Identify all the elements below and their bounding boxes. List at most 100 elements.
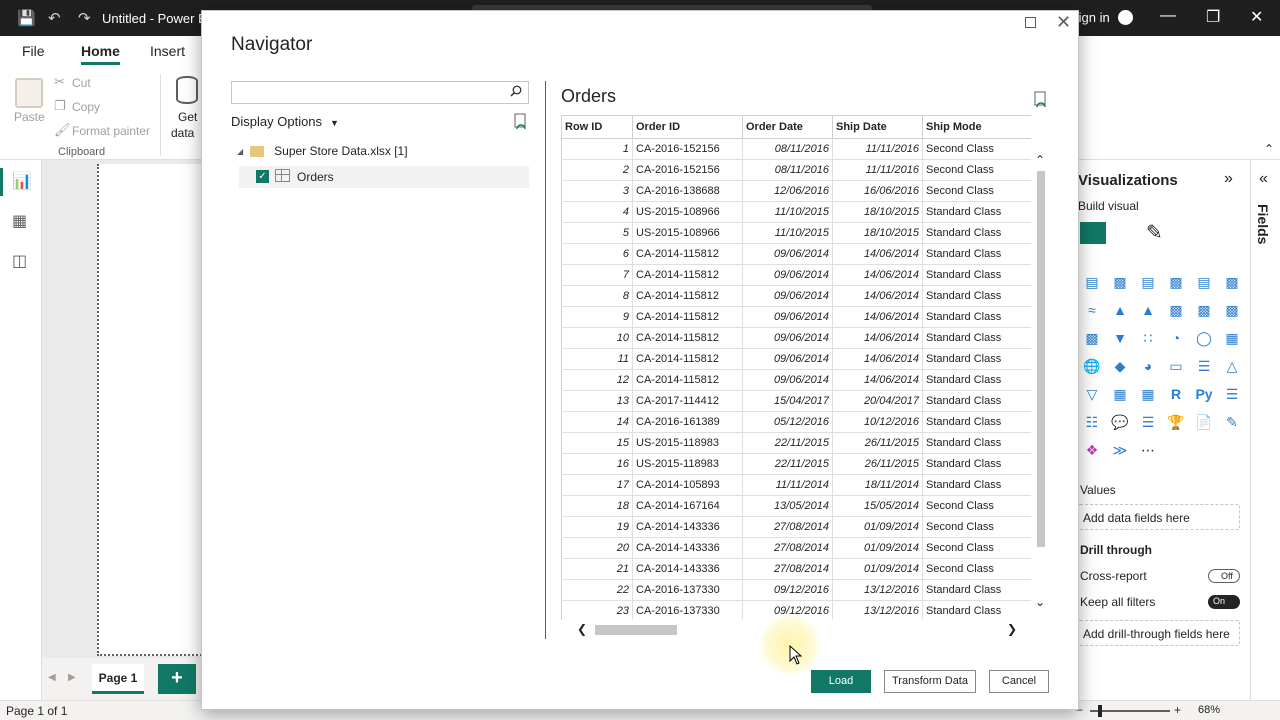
restore-icon[interactable]: ❐ [1206,7,1220,27]
line-stacked-column-icon[interactable]: ▩ [1194,300,1214,320]
vertical-scrollbar[interactable]: ⌃ ⌄ [1031,147,1050,615]
add-page-button[interactable]: + [158,664,196,694]
drill-through-well[interactable]: Add drill-through fields here [1078,620,1240,646]
chevron-up-icon[interactable]: ⌃ [1264,142,1274,156]
report-view-icon[interactable]: 📊 [12,171,32,191]
maximize-icon[interactable] [1025,17,1036,28]
close-window-icon[interactable]: ✕ [1250,7,1263,27]
cross-report-toggle[interactable]: Off [1208,569,1240,583]
scroll-up-icon[interactable]: ⌃ [1035,153,1045,167]
get-data-label-2[interactable]: data [171,126,194,140]
pie-chart-icon[interactable]: ◔ [1166,328,1186,348]
paste-button[interactable]: Paste [14,110,45,124]
redo-icon[interactable]: ↷ [78,9,91,27]
stacked-column-icon[interactable]: ▩ [1110,272,1130,292]
prev-page-icon[interactable]: ◀ [48,672,56,683]
scroll-down-icon[interactable]: ⌄ [1035,595,1045,609]
scatter-icon[interactable]: ∷ [1138,328,1158,348]
model-view-icon[interactable]: ◫ [12,251,27,271]
more-visuals-icon[interactable]: ⋯ [1138,440,1158,460]
narrative-icon[interactable]: ☰ [1138,412,1158,432]
page-tab[interactable]: Page 1 [92,664,144,694]
load-button[interactable]: Load [811,670,871,693]
minimize-icon[interactable]: — [1160,7,1176,25]
table-view-icon[interactable]: ▦ [12,211,27,231]
expand-fields-icon[interactable]: « [1259,170,1268,188]
preview-table[interactable]: Row ID Order ID Order Date Ship Date Ship Mo… [561,115,1031,620]
r-visual-icon[interactable]: R [1166,384,1186,404]
stacked-area-icon[interactable]: ▲ [1138,300,1158,320]
zoom-slider[interactable] [1090,710,1170,712]
report-canvas[interactable] [42,160,217,658]
column-header[interactable]: Ship Mode [922,115,1031,139]
search-input[interactable] [231,81,529,104]
card-icon[interactable]: ▭ [1166,356,1186,376]
close-icon[interactable]: ✕ [1056,12,1071,33]
zoom-slider-handle[interactable] [1098,705,1102,717]
gauge-icon[interactable]: ◕ [1138,356,1158,376]
column-header[interactable]: Order ID [632,115,743,139]
get-data-label-1[interactable]: Get [178,110,197,124]
transform-data-button[interactable]: Transform Data [884,670,976,693]
pane-divider[interactable] [545,81,546,639]
map-icon[interactable]: 🌐 [1082,356,1102,376]
multi-row-card-icon[interactable]: ☰ [1194,356,1214,376]
keep-filters-toggle[interactable]: On [1208,595,1240,609]
kpi-icon[interactable]: △ [1222,356,1242,376]
table-icon[interactable]: ▦ [1110,384,1130,404]
filled-map-icon[interactable]: ◆ [1110,356,1130,376]
next-page-icon[interactable]: ▶ [68,672,76,683]
column-header[interactable]: Order Date [742,115,833,139]
tab-file[interactable]: File [22,43,45,59]
waterfall-icon[interactable]: ▩ [1082,328,1102,348]
format-painter-button[interactable]: Format painter [72,124,150,138]
vertical-scroll-thumb[interactable] [1037,171,1045,547]
table-checkbox[interactable]: ✓ [256,170,269,183]
tab-insert[interactable]: Insert [150,43,185,59]
fields-label[interactable]: Fields [1255,204,1271,244]
values-well[interactable]: Add data fields here [1078,504,1240,530]
key-influencers-icon[interactable]: ☰ [1222,384,1242,404]
refresh-icon[interactable] [513,113,529,129]
goals-icon[interactable]: 🏆 [1166,412,1186,432]
search-icon[interactable] [510,85,522,97]
cut-button[interactable]: Cut [72,76,91,90]
matrix-icon[interactable]: ▦ [1138,384,1158,404]
100-bar-icon[interactable]: ▤ [1194,272,1214,292]
clustered-bar-icon[interactable]: ▤ [1138,272,1158,292]
undo-icon[interactable]: ↶ [48,9,61,27]
collapse-pane-icon[interactable]: » [1224,170,1233,188]
expand-triangle-icon[interactable]: ◢ [237,147,243,156]
tree-file-node[interactable]: ◢ Super Store Data.xlsx [1] [237,144,408,158]
treemap-icon[interactable]: ▦ [1222,328,1242,348]
zoom-in-icon[interactable]: + [1174,703,1181,717]
scroll-left-icon[interactable]: ❮ [577,622,587,636]
power-automate-icon[interactable]: ❖ [1082,440,1102,460]
tree-table-node[interactable]: ✓ Orders [239,166,529,188]
paginated-report-icon[interactable]: 📄 [1194,412,1214,432]
column-header[interactable]: Row ID [561,115,633,139]
cancel-button[interactable]: Cancel [989,670,1049,693]
stacked-bar-icon[interactable]: ▤ [1082,272,1102,292]
avatar[interactable] [1118,10,1133,25]
area-chart-icon[interactable]: ▲ [1110,300,1130,320]
funnel-icon[interactable]: ▼ [1110,328,1130,348]
scroll-right-icon[interactable]: ❯ [1007,622,1017,636]
power-apps-icon[interactable]: ✎ [1222,412,1242,432]
save-icon[interactable]: 💾 [17,9,36,27]
100-column-icon[interactable]: ▩ [1222,272,1242,292]
decomposition-tree-icon[interactable]: ☷ [1082,412,1102,432]
tab-home[interactable]: Home [81,43,120,65]
line-column-icon[interactable]: ▩ [1166,300,1186,320]
format-visual-icon[interactable]: ✎ [1146,220,1163,245]
refresh-preview-icon[interactable] [1033,91,1049,107]
ribbon-chart-icon[interactable]: ▩ [1222,300,1242,320]
build-visual-icon[interactable] [1080,222,1106,244]
line-chart-icon[interactable]: ≈ [1082,300,1102,320]
smart-narrative-icon[interactable]: ≫ [1110,440,1130,460]
qa-icon[interactable]: 💬 [1110,412,1130,432]
horizontal-scroll-thumb[interactable] [595,625,677,635]
report-page[interactable] [97,164,217,656]
display-options-dropdown[interactable]: Display Options ▼ [231,114,339,129]
column-header[interactable]: Ship Date [832,115,923,139]
